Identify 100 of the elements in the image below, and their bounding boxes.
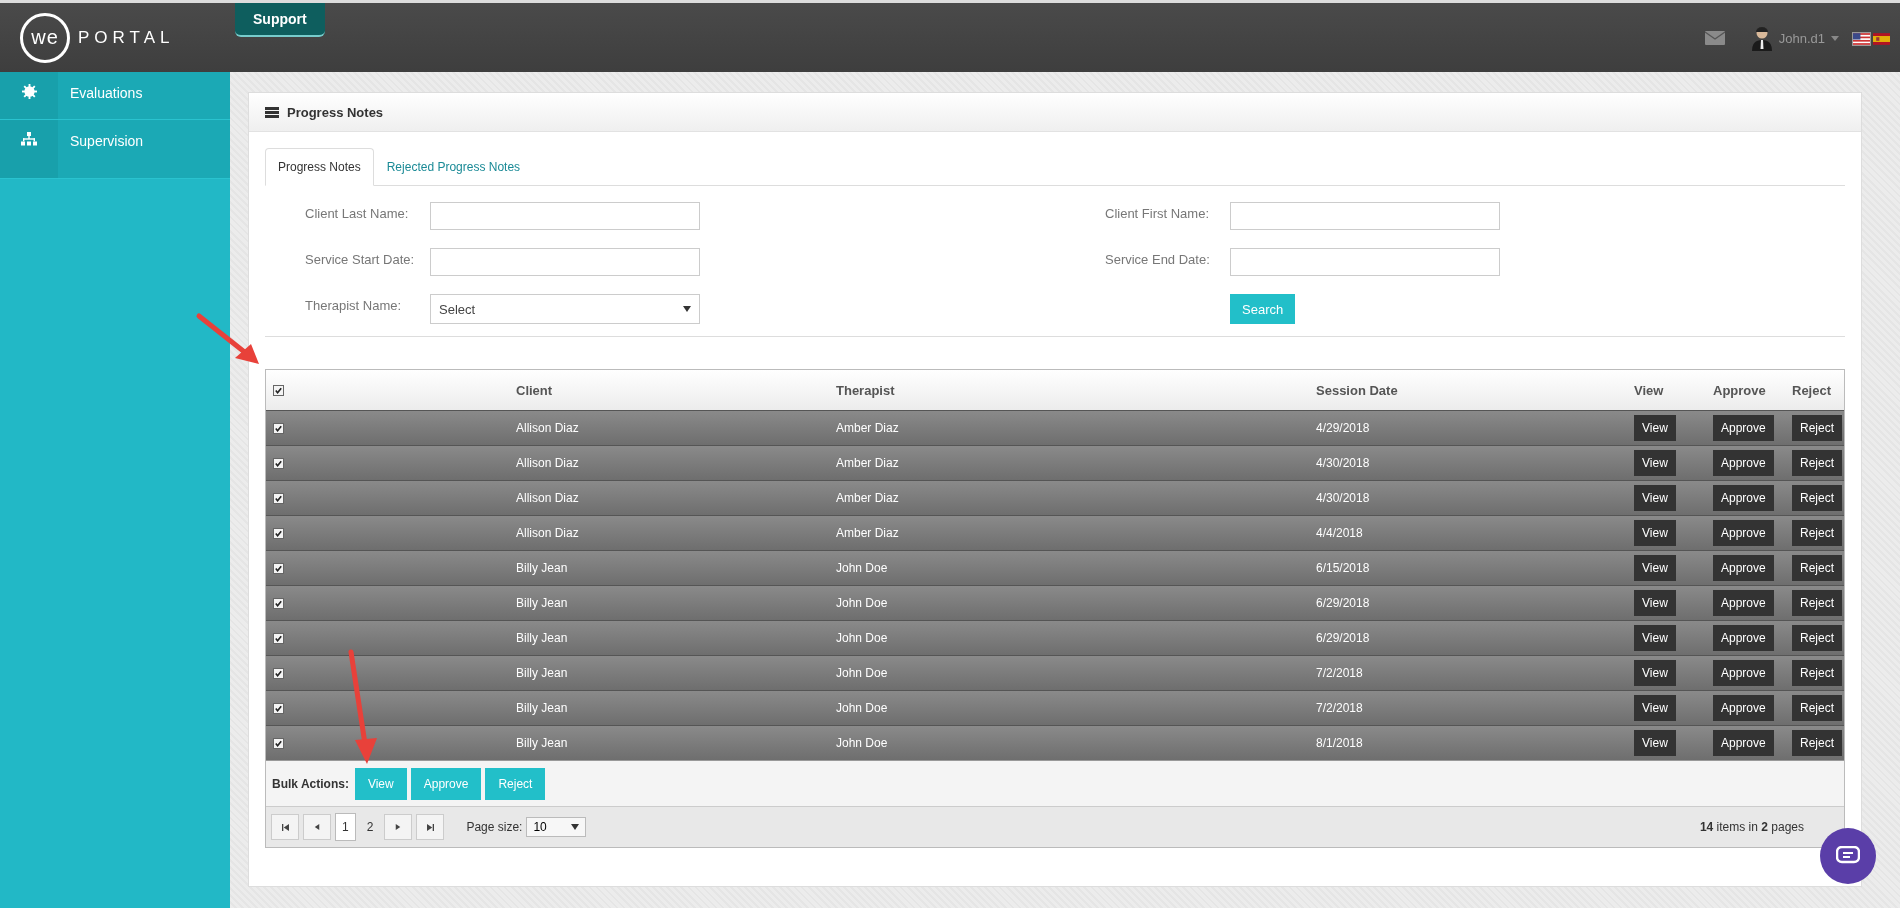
input-field[interactable] <box>1230 248 1500 276</box>
field-label: Service Start Date: <box>305 251 416 267</box>
checkbox[interactable] <box>273 702 284 714</box>
table-cell: 4/30/2018 <box>1316 456 1370 470</box>
view-button[interactable]: View <box>1634 730 1676 756</box>
table-cell: Amber Diaz <box>836 421 899 435</box>
approve-button[interactable]: Approve <box>1713 625 1774 651</box>
approve-button[interactable]: Approve <box>1713 555 1774 581</box>
reject-button[interactable]: Reject <box>1792 730 1842 756</box>
reject-button[interactable]: Reject <box>1792 450 1842 476</box>
checkbox[interactable] <box>273 422 284 434</box>
table-cell: Billy Jean <box>516 631 568 645</box>
field-label: Client First Name: <box>1105 205 1211 221</box>
approve-button[interactable]: Approve <box>1713 695 1774 721</box>
input-field[interactable] <box>430 248 700 276</box>
reject-button[interactable]: Reject <box>1792 520 1842 546</box>
checkbox[interactable] <box>273 457 284 469</box>
checkbox[interactable] <box>273 492 284 504</box>
table-cell: John Doe <box>836 666 888 680</box>
page-button[interactable]: 1 <box>335 813 356 841</box>
previous-page-icon <box>314 824 320 830</box>
table-cell: 6/15/2018 <box>1316 561 1370 575</box>
view-button[interactable]: View <box>1634 625 1676 651</box>
approve-button[interactable]: Approve <box>1713 660 1774 686</box>
page-size-select[interactable]: 10 <box>526 817 587 837</box>
table-cell: Allison Diaz <box>516 526 579 540</box>
reject-button[interactable]: Reject <box>1792 695 1842 721</box>
view-button[interactable]: View <box>1634 450 1676 476</box>
approve-button[interactable]: Approve <box>1713 590 1774 616</box>
items-summary: 14 items in 2 pages <box>1699 820 1804 834</box>
checkbox[interactable] <box>273 562 284 574</box>
table-cell: John Doe <box>836 631 888 645</box>
column-header: Therapist <box>836 382 895 398</box>
column-header: Client <box>516 382 553 398</box>
list-icon <box>265 106 279 118</box>
approve-button[interactable]: Approve <box>1713 415 1774 441</box>
table-cell: Amber Diaz <box>836 491 899 505</box>
logo-text: PORTAL <box>78 27 175 48</box>
approve-button[interactable]: Approve <box>1713 485 1774 511</box>
view-button[interactable]: View <box>1634 485 1676 511</box>
checkbox[interactable] <box>273 667 284 679</box>
view-button[interactable]: View <box>1634 695 1676 721</box>
reject-button[interactable]: Reject <box>1792 415 1842 441</box>
table-cell: Amber Diaz <box>836 526 899 540</box>
view-button[interactable]: View <box>1634 520 1676 546</box>
table-cell: 7/2/2018 <box>1316 666 1363 680</box>
checkbox[interactable] <box>273 384 284 396</box>
checkbox[interactable] <box>273 632 284 644</box>
support-button[interactable]: Support <box>235 3 325 37</box>
table-cell: 4/29/2018 <box>1316 421 1370 435</box>
reject-button[interactable]: Reject <box>1792 625 1842 651</box>
view-button[interactable]: View <box>1634 555 1676 581</box>
envelope-icon[interactable] <box>1704 31 1725 45</box>
page-button[interactable]: 2 <box>359 813 381 841</box>
flag-icon[interactable] <box>1853 33 1870 45</box>
checkbox[interactable] <box>273 737 284 749</box>
user-avatar-icon[interactable] <box>1750 25 1773 51</box>
table-cell: John Doe <box>836 561 888 575</box>
flag-icon[interactable] <box>1873 33 1890 45</box>
reject-button[interactable]: Reject <box>1792 660 1842 686</box>
reject-button[interactable]: Reject <box>1792 590 1842 616</box>
reject-button[interactable]: Reject <box>1792 555 1842 581</box>
last-page-button[interactable] <box>416 814 445 840</box>
table-cell: Billy Jean <box>516 736 568 750</box>
select-field[interactable]: Select <box>430 294 700 324</box>
view-button[interactable]: View <box>1634 660 1676 686</box>
table-cell: 8/1/2018 <box>1316 736 1363 750</box>
first-page-button[interactable] <box>271 814 299 840</box>
dropdown-arrow-icon <box>683 306 691 312</box>
table-cell: 6/29/2018 <box>1316 596 1370 610</box>
page-size-label: Page size: <box>466 820 523 834</box>
field-label: Client Last Name: <box>305 205 410 221</box>
checkbox[interactable] <box>273 527 284 539</box>
reject-button[interactable]: Reject <box>1792 485 1842 511</box>
checkbox[interactable] <box>273 597 284 609</box>
tab[interactable]: Rejected Progress Notes <box>373 148 534 186</box>
field-label: Therapist Name: <box>305 297 403 313</box>
dropdown-arrow-icon <box>571 824 580 830</box>
column-header: View <box>1634 382 1664 398</box>
table-cell: John Doe <box>836 596 888 610</box>
column-header: Session Date <box>1316 382 1398 398</box>
approve-button[interactable]: Approve <box>1713 730 1774 756</box>
caret-icon <box>1831 36 1839 41</box>
approve-button[interactable]: Approve <box>1713 450 1774 476</box>
approve-button[interactable]: Approve <box>1713 520 1774 546</box>
input-field[interactable] <box>430 202 700 230</box>
gear-icon <box>21 84 37 99</box>
tab[interactable]: Progress Notes <box>265 148 374 186</box>
view-button[interactable]: View <box>1634 590 1676 616</box>
view-button[interactable]: View <box>1634 415 1676 441</box>
bulk-actions-label: Bulk Actions: <box>272 776 349 791</box>
logo-mark: we <box>20 12 70 63</box>
input-field[interactable] <box>1230 202 1500 230</box>
chat-icon <box>1836 846 1860 866</box>
column-header: Approve <box>1713 382 1766 398</box>
table-cell: John Doe <box>836 736 888 750</box>
table-cell: Billy Jean <box>516 596 568 610</box>
table-cell: 4/4/2018 <box>1316 526 1363 540</box>
table-cell: Allison Diaz <box>516 491 579 505</box>
column-header: Reject <box>1792 382 1832 398</box>
